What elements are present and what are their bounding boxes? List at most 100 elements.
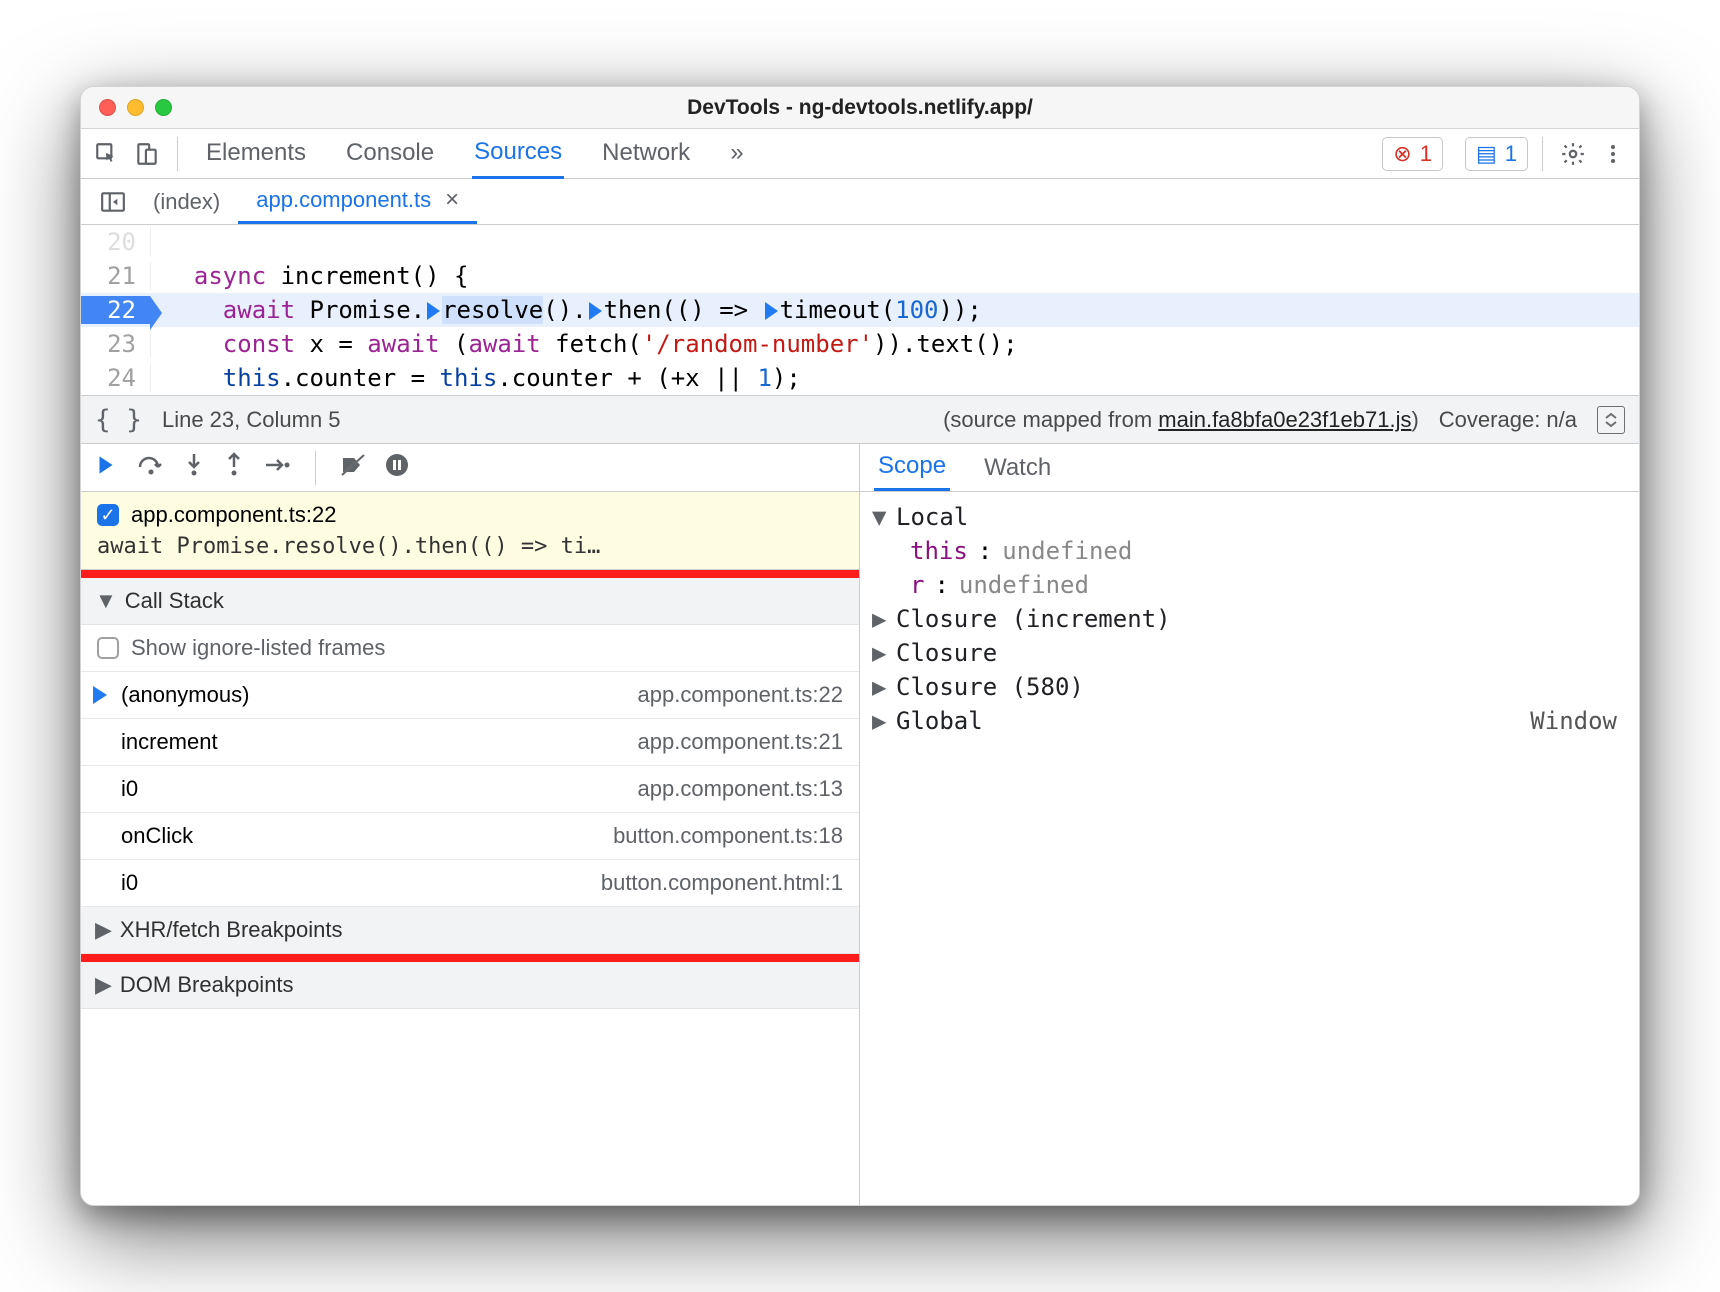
window-title: DevTools - ng-devtools.netlify.app/ [81, 96, 1639, 120]
frame-function: (anonymous) [121, 682, 249, 708]
step-marker-icon [765, 302, 778, 320]
scope-watch-tabs: Scope Watch [860, 444, 1639, 492]
source-map-label: (source mapped from main.fa8bfa0e23f1eb7… [943, 407, 1419, 433]
file-tabbar: (index) app.component.ts × [81, 179, 1639, 225]
step-icon[interactable] [263, 454, 291, 481]
scope-local[interactable]: ▼Local [872, 500, 1627, 534]
scope-closure-increment[interactable]: ▶Closure (increment) [872, 602, 1627, 636]
tab-network[interactable]: Network [600, 130, 692, 177]
breakpoint-row[interactable]: ✓ app.component.ts:22 await Promise.reso… [81, 492, 859, 570]
section-title: DOM Breakpoints [120, 972, 294, 998]
step-out-icon[interactable] [223, 452, 245, 483]
chevron-down-icon: ▼ [872, 503, 886, 531]
breakpoint-preview: await Promise.resolve().then(() => ti… [97, 534, 843, 559]
error-badge[interactable]: ⊗ 1 [1382, 137, 1443, 171]
chevron-right-icon: ▶ [95, 972, 112, 998]
message-icon: ▤ [1476, 141, 1497, 167]
tab-scope[interactable]: Scope [874, 444, 950, 491]
breakpoint-checkbox[interactable]: ✓ [97, 504, 119, 526]
gear-icon[interactable] [1557, 138, 1589, 170]
error-icon: ⊗ [1393, 141, 1411, 167]
debugger-panels: ✓ app.component.ts:22 await Promise.reso… [81, 444, 1639, 1205]
scope-closure-580[interactable]: ▶Closure (580) [872, 670, 1627, 704]
checkbox[interactable] [97, 637, 119, 659]
stack-frame[interactable]: onClick button.component.ts:18 [81, 813, 859, 860]
resume-icon[interactable] [93, 452, 119, 483]
stack-frame[interactable]: i0 app.component.ts:13 [81, 766, 859, 813]
stack-frame[interactable]: i0 button.component.html:1 [81, 860, 859, 907]
right-panel: Scope Watch ▼Local this:undefined r:unde… [860, 444, 1639, 1205]
code-line: const x = await (await fetch('/random-nu… [151, 330, 1018, 358]
frame-function: i0 [121, 870, 138, 896]
file-tab-label: (index) [153, 189, 220, 215]
frame-location: app.component.ts:22 [638, 682, 843, 708]
tab-more[interactable]: » [728, 130, 745, 177]
tab-watch[interactable]: Watch [980, 444, 1055, 491]
line-number[interactable]: 24 [81, 364, 151, 392]
tab-sources[interactable]: Sources [472, 129, 564, 179]
step-marker-icon [427, 302, 440, 320]
step-into-icon[interactable] [183, 452, 205, 483]
source-map-link[interactable]: main.fa8bfa0e23f1eb71.js [1158, 407, 1411, 432]
frame-location: button.component.html:1 [601, 870, 843, 896]
step-over-icon[interactable] [137, 453, 165, 482]
pause-exceptions-icon[interactable] [384, 452, 410, 483]
messages-badge[interactable]: ▤ 1 [1465, 137, 1528, 171]
section-call-stack[interactable]: ▼ Call Stack [81, 578, 859, 625]
frame-function: i0 [121, 776, 138, 802]
scope-tree: ▼Local this:undefined r:undefined ▶Closu… [860, 492, 1639, 746]
scope-global[interactable]: ▶GlobalWindow [872, 704, 1627, 738]
line-number[interactable]: 21 [81, 262, 151, 290]
show-ignored-frames[interactable]: Show ignore-listed frames [81, 625, 859, 672]
device-toolbar-icon[interactable] [131, 138, 163, 170]
frame-function: onClick [121, 823, 193, 849]
coverage-label: Coverage: n/a [1439, 407, 1577, 433]
titlebar: DevTools - ng-devtools.netlify.app/ [81, 87, 1639, 129]
tab-console[interactable]: Console [344, 130, 436, 177]
navigator-toggle-icon[interactable] [91, 179, 135, 224]
chevron-down-icon: ▼ [95, 588, 117, 614]
scope-var-r[interactable]: r:undefined [872, 568, 1627, 602]
source-editor[interactable]: 20 21 async increment() { 22 await Promi… [81, 225, 1639, 396]
close-icon[interactable]: × [445, 186, 459, 214]
inspect-element-icon[interactable] [91, 138, 123, 170]
chevron-right-icon: ▶ [872, 707, 886, 735]
expand-icon[interactable] [1597, 406, 1625, 434]
pretty-print-icon[interactable]: { } [95, 405, 142, 435]
chevron-right-icon: ▶ [872, 673, 886, 701]
show-ignored-label: Show ignore-listed frames [131, 635, 385, 661]
breakpoint-location: app.component.ts:22 [131, 502, 336, 528]
stack-frame[interactable]: (anonymous) app.component.ts:22 [81, 672, 859, 719]
scope-closure[interactable]: ▶Closure [872, 636, 1627, 670]
code-line-paused: await Promise.resolve().then(() => timeo… [151, 296, 982, 324]
section-title: XHR/fetch Breakpoints [120, 917, 343, 943]
line-number[interactable]: 23 [81, 330, 151, 358]
code-line: async increment() { [151, 262, 468, 290]
call-stack-list: (anonymous) app.component.ts:22 incremen… [81, 672, 859, 907]
kebab-menu-icon[interactable] [1597, 138, 1629, 170]
left-panel: ✓ app.component.ts:22 await Promise.reso… [81, 444, 860, 1205]
step-marker-icon [589, 302, 602, 320]
code-line: this.counter = this.counter + (+x || 1); [151, 364, 801, 392]
section-xhr-breakpoints[interactable]: ▶ XHR/fetch Breakpoints [81, 907, 859, 954]
devtools-window: DevTools - ng-devtools.netlify.app/ Elem… [80, 86, 1640, 1206]
deactivate-breakpoints-icon[interactable] [340, 453, 366, 482]
frame-location: app.component.ts:13 [638, 776, 843, 802]
chevron-right-icon: ▶ [872, 639, 886, 667]
file-tab-index[interactable]: (index) [135, 179, 238, 224]
section-dom-breakpoints[interactable]: ▶ DOM Breakpoints [81, 962, 859, 1009]
frame-location: button.component.ts:18 [613, 823, 843, 849]
stack-frame[interactable]: increment app.component.ts:21 [81, 719, 859, 766]
file-tab-app-component[interactable]: app.component.ts × [238, 179, 477, 224]
panel-tabs: Elements Console Sources Network » [204, 129, 746, 179]
debugger-toolbar [81, 444, 859, 492]
chevron-right-icon: ▶ [872, 605, 886, 633]
highlighted-region: ▼ Call Stack Show ignore-listed frames (… [81, 570, 859, 962]
line-number[interactable]: 20 [81, 228, 151, 256]
scope-var-this[interactable]: this:undefined [872, 534, 1627, 568]
error-count: 1 [1420, 141, 1432, 167]
main-toolbar: Elements Console Sources Network » ⊗ 1 ▤… [81, 129, 1639, 179]
frame-location: app.component.ts:21 [638, 729, 843, 755]
line-number-breakpoint[interactable]: 22 [81, 296, 151, 324]
tab-elements[interactable]: Elements [204, 130, 308, 177]
